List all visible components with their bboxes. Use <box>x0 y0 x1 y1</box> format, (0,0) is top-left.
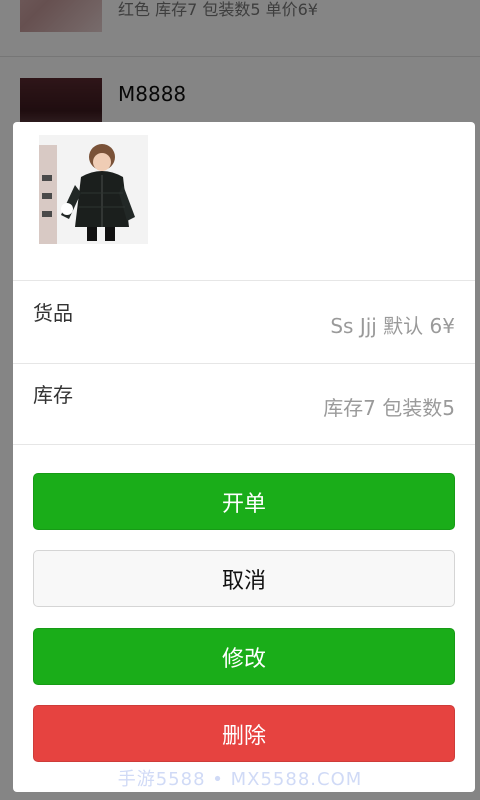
watermark: 手游5588 • MX5588.COM <box>117 769 363 790</box>
divider <box>13 280 475 281</box>
product-photo <box>39 135 148 244</box>
goods-value: Ss Jjj 默认 6¥ <box>330 314 455 338</box>
product-action-sheet: 货品 Ss Jjj 默认 6¥ 库存 库存7 包装数5 开单 取消 修改 删除 <box>13 122 475 792</box>
open-order-button[interactable]: 开单 <box>33 473 455 530</box>
divider <box>13 444 475 445</box>
stock-label: 库存 <box>33 383 73 407</box>
stock-value: 库存7 包装数5 <box>323 396 455 420</box>
divider <box>13 363 475 364</box>
goods-label: 货品 <box>33 301 73 325</box>
child-jacket-image <box>39 135 148 244</box>
edit-button[interactable]: 修改 <box>33 628 455 685</box>
cancel-button[interactable]: 取消 <box>33 550 455 607</box>
delete-button[interactable]: 删除 <box>33 705 455 762</box>
